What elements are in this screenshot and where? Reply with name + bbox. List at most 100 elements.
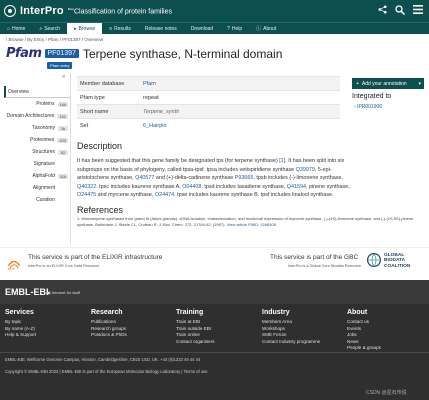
sidebar-item-label: Domain Architectures	[6, 113, 55, 119]
entry-sidebar: « Overview Proteins 14k Domain Architectu…	[4, 74, 70, 206]
footer-link[interactable]: Postdocs & PhDs	[91, 332, 127, 339]
footer-link[interactable]: Contact Industry programme	[262, 339, 320, 346]
help-icon: ?	[227, 25, 230, 32]
intranet-link[interactable]: ▣ Intranet for staff	[47, 290, 80, 295]
footer-link[interactable]: By name (A-Z)	[5, 326, 36, 333]
footer-link[interactable]: By topic	[5, 319, 36, 326]
nav-home[interactable]: ⌂ Home	[0, 23, 32, 34]
search-small-icon: ⌕	[39, 25, 43, 32]
sidebar-item-domain-architectures[interactable]: Domain Architectures 191	[4, 110, 70, 122]
footer-link[interactable]: Publications	[91, 319, 127, 326]
footer-link[interactable]: Members Area	[262, 319, 320, 326]
count-badge: 1k	[58, 125, 68, 131]
breadcrumb[interactable]: / Browse / By Entry / Pfam / PF01397 / O…	[6, 37, 103, 42]
table-row: Set 6_Hairpin	[77, 118, 340, 132]
entry-title-row: Pfam PF01397 Terpene synthase, N-termina…	[6, 46, 282, 61]
gbc-name: GLOBAL BIODATA COALITION	[384, 253, 411, 269]
pfam-logo: Pfam	[6, 46, 42, 61]
integrated-link[interactable]: › IPR001906	[354, 104, 382, 110]
nav-release-notes-label: Release notes	[144, 25, 177, 32]
uniprot-link[interactable]: Q40577	[135, 175, 154, 181]
footer-link[interactable]: Research groups	[91, 326, 127, 333]
nav-search-label: Search	[44, 25, 61, 32]
nav-help-label: Help	[231, 25, 243, 32]
sidebar-item-structures[interactable]: Structures 52	[4, 146, 70, 158]
search-icon[interactable]	[395, 4, 406, 18]
footer-heading: Research	[91, 309, 123, 316]
set-link[interactable]: 6_Hairpin	[143, 123, 167, 129]
count-badge: 203	[57, 137, 68, 143]
row-key: Set	[80, 122, 89, 129]
footer-link[interactable]: Train at EBI	[176, 319, 215, 326]
references-heading: References	[77, 205, 124, 215]
tagline-text: Classification of protein families	[73, 8, 172, 16]
uniprot-link[interactable]: O04408	[182, 184, 201, 190]
elixir-logo-icon[interactable]: elixir	[7, 256, 21, 270]
footer-link[interactable]: SME Forum	[262, 332, 320, 339]
sidebar-item-overview[interactable]: Overview	[4, 86, 70, 98]
nav-download-label: Download	[190, 25, 214, 32]
sidebar-item-label: Structures	[32, 149, 55, 155]
member-database-link[interactable]: Pfam	[143, 81, 156, 87]
uniprot-link[interactable]: P93665	[235, 175, 254, 181]
count-badge: 191	[57, 113, 68, 119]
sidebar-divider	[70, 74, 71, 244]
sidebar-item-proteins[interactable]: Proteins 14k	[4, 98, 70, 110]
table-row: Short name Terpene_synth	[77, 104, 340, 118]
uniprot-link[interactable]: O24474	[155, 192, 174, 198]
nav-help[interactable]: ? Help	[220, 23, 249, 34]
integrated-link-label: IPR001906	[357, 104, 383, 110]
accession-badge: PF01397	[44, 49, 79, 58]
ebi-title[interactable]: EMBL-EBI	[5, 287, 49, 297]
add-annotation-label: Add your annotation	[361, 80, 407, 87]
sidebar-item-signature[interactable]: Signature00	[4, 158, 70, 170]
nav-results[interactable]: ≡ Results	[102, 23, 138, 34]
footer-link[interactable]: Train online	[176, 332, 215, 339]
footer-link[interactable]: Jobs	[347, 332, 381, 339]
footer-link[interactable]: Workshops	[262, 326, 320, 333]
uniprot-link[interactable]: Q40322	[77, 184, 96, 190]
elixir-text: This service is part of the ELIXIR infra…	[28, 254, 163, 261]
sidebar-item-proteomes[interactable]: Proteomes 203	[4, 134, 70, 146]
sidebar-item-curation[interactable]: Curation00	[4, 194, 70, 206]
site-tagline: BetaClassification of protein families	[68, 7, 172, 15]
hamburger-icon[interactable]	[413, 5, 423, 17]
nav-about[interactable]: ⓘ About	[249, 23, 283, 34]
results-icon: ≡	[109, 25, 113, 32]
footer-heading: Training	[176, 309, 204, 316]
nav-release-notes[interactable]: Release notes	[138, 23, 184, 34]
footer-link[interactable]: Contact us	[347, 319, 381, 326]
uniprot-link[interactable]: Q39979	[296, 167, 315, 173]
nav-search[interactable]: ⌕ Search	[32, 23, 67, 34]
sidebar-item-alignment[interactable]: Alignment00	[4, 182, 70, 194]
sidebar-item-label: Proteins	[36, 101, 55, 107]
footer-link[interactable]: Contact organisers	[176, 339, 215, 346]
sidebar-item-label: Alignment	[32, 185, 55, 191]
sidebar-item-taxonomy[interactable]: Taxonomy 1k	[4, 122, 70, 134]
footer-link[interactable]: People & groups	[347, 345, 381, 352]
footer-link[interactable]: Events	[347, 326, 381, 333]
add-annotation-button[interactable]: + Add your annotation ▾	[352, 78, 424, 89]
plus-icon: +	[356, 80, 359, 87]
uniprot-link[interactable]: O24475	[77, 192, 96, 198]
footer-link[interactable]: News	[347, 339, 381, 346]
sidebar-item-label: Curation	[36, 197, 55, 203]
footer-link[interactable]: Train outside EBI	[176, 326, 215, 333]
pmid-link[interactable]: PMID: 9268308	[248, 222, 276, 227]
uniprot-link[interactable]: Q41594	[287, 184, 306, 190]
interpro-logo[interactable]: InterPro	[4, 5, 64, 17]
gbc-logo-icon[interactable]	[366, 252, 382, 268]
view-article-link[interactable]: View article	[227, 222, 247, 227]
footer-heading: Industry	[262, 309, 290, 316]
sidebar-item-alphafold[interactable]: AlphaFold 11k	[4, 170, 70, 182]
sidebar-item-label: AlphaFold	[32, 173, 55, 179]
gbc-text: This service is part of the GBC	[270, 254, 359, 261]
nav-download[interactable]: Download	[184, 23, 220, 34]
share-icon[interactable]	[378, 5, 387, 17]
elixir-logo-text: elixir	[8, 267, 16, 270]
nav-browse[interactable]: ▸ Browse	[67, 23, 103, 34]
footer-link[interactable]: Help & Support	[5, 332, 36, 339]
infrastructure-strip	[0, 247, 429, 277]
collapse-sidebar-icon[interactable]: «	[62, 74, 65, 80]
row-key: Pfam type	[80, 94, 105, 101]
